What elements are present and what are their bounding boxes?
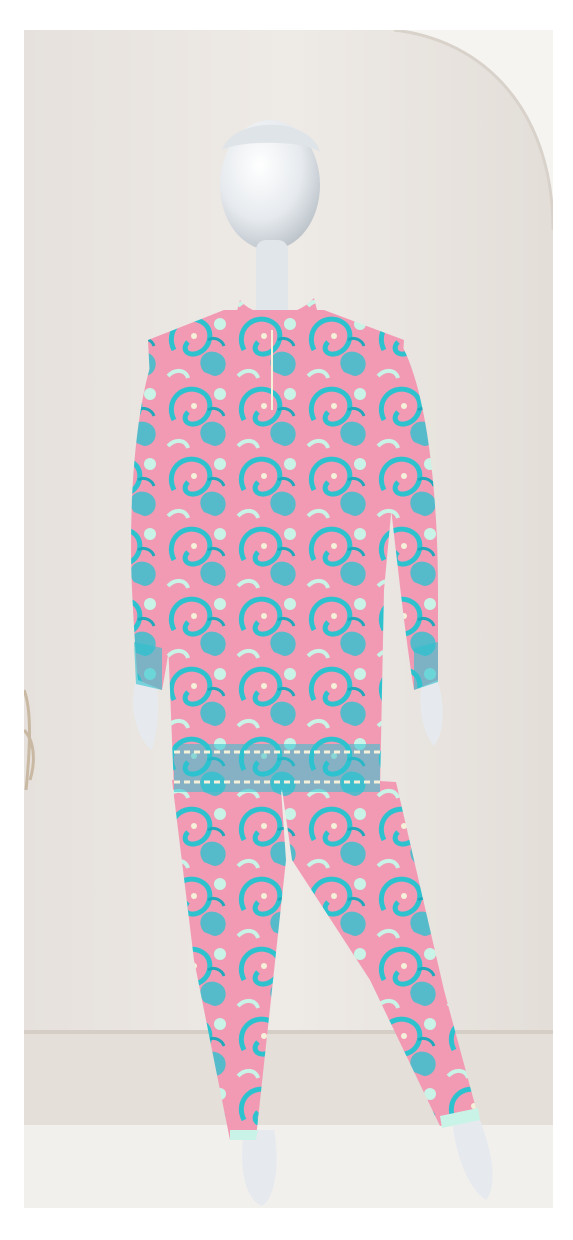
photo-frame: [24, 30, 553, 1208]
product-photo: [24, 30, 553, 1208]
